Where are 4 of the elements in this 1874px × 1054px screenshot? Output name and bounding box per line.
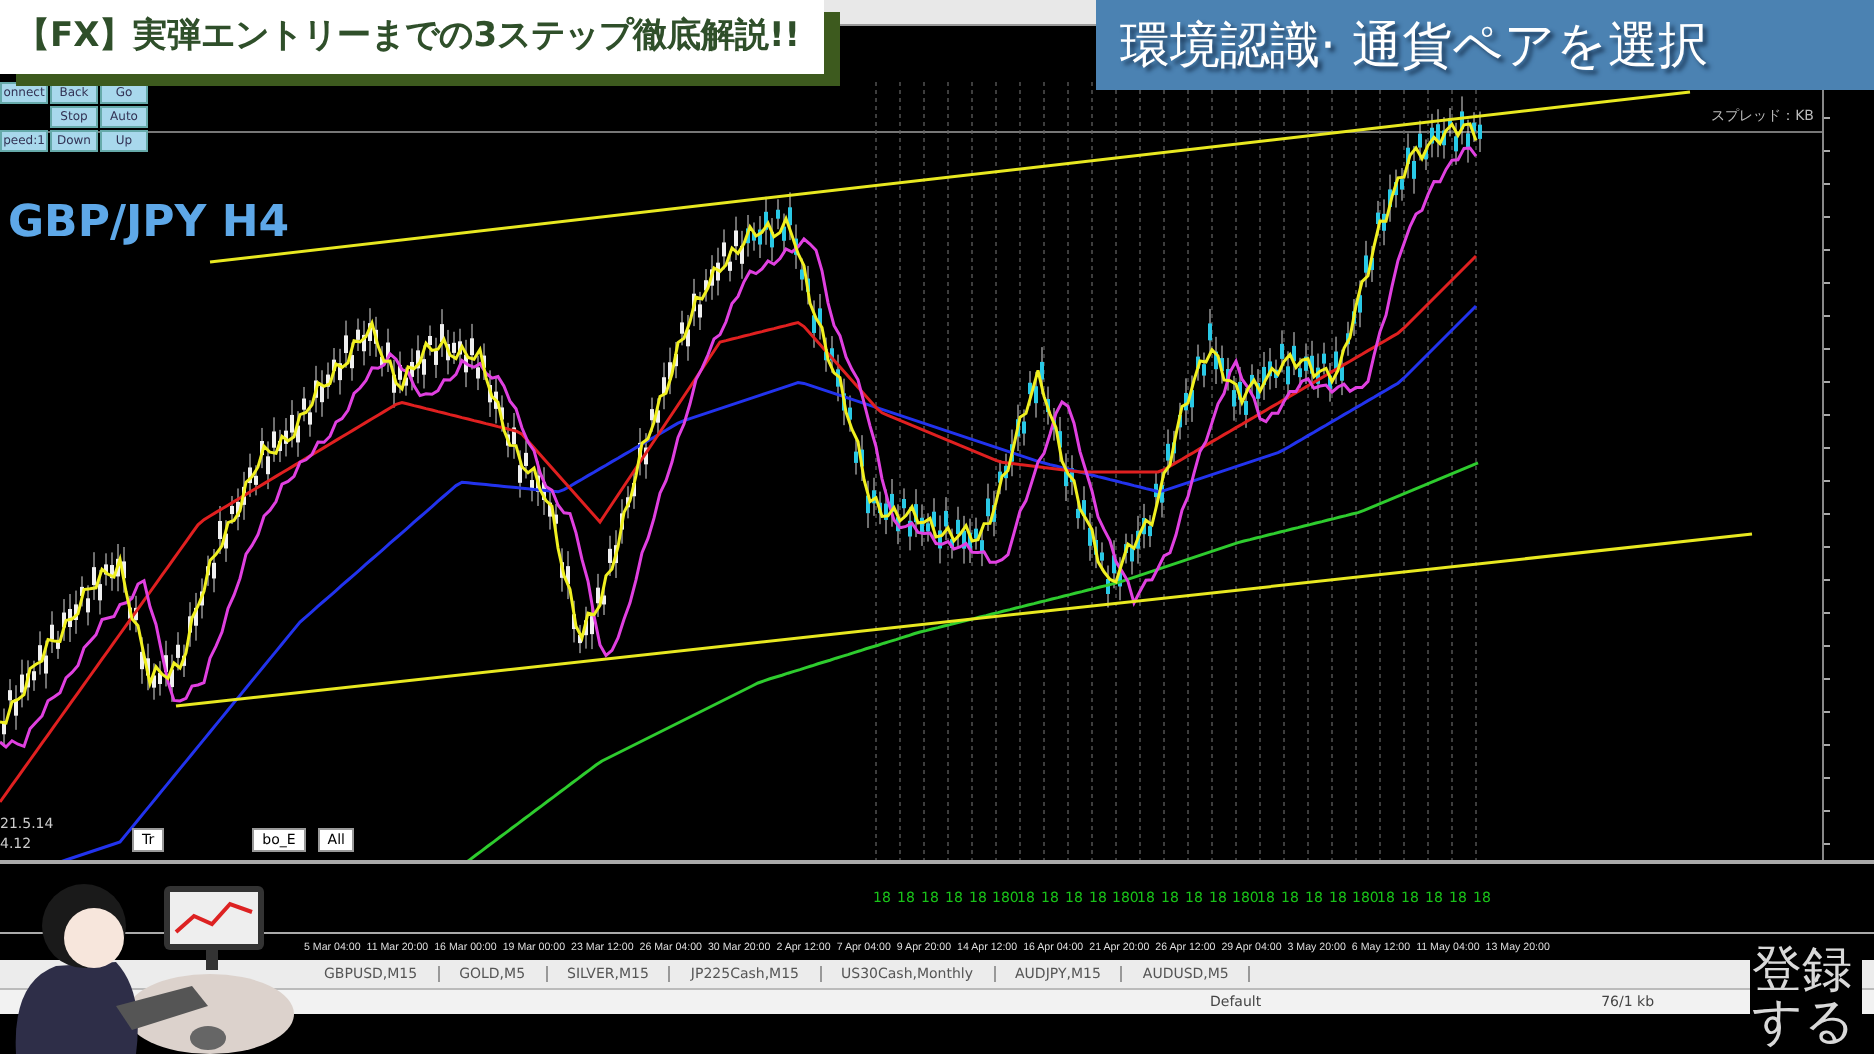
symbol-label: GBP/JPY H4 bbox=[8, 198, 290, 248]
banner-title: 【FX】実弾エントリーまでの3ステップ徹底解説!! bbox=[16, 16, 801, 56]
subscribe-text: 登録する bbox=[1750, 941, 1862, 1050]
step-title: 環境認識· 通貨ペアを選択 bbox=[1120, 16, 1708, 74]
